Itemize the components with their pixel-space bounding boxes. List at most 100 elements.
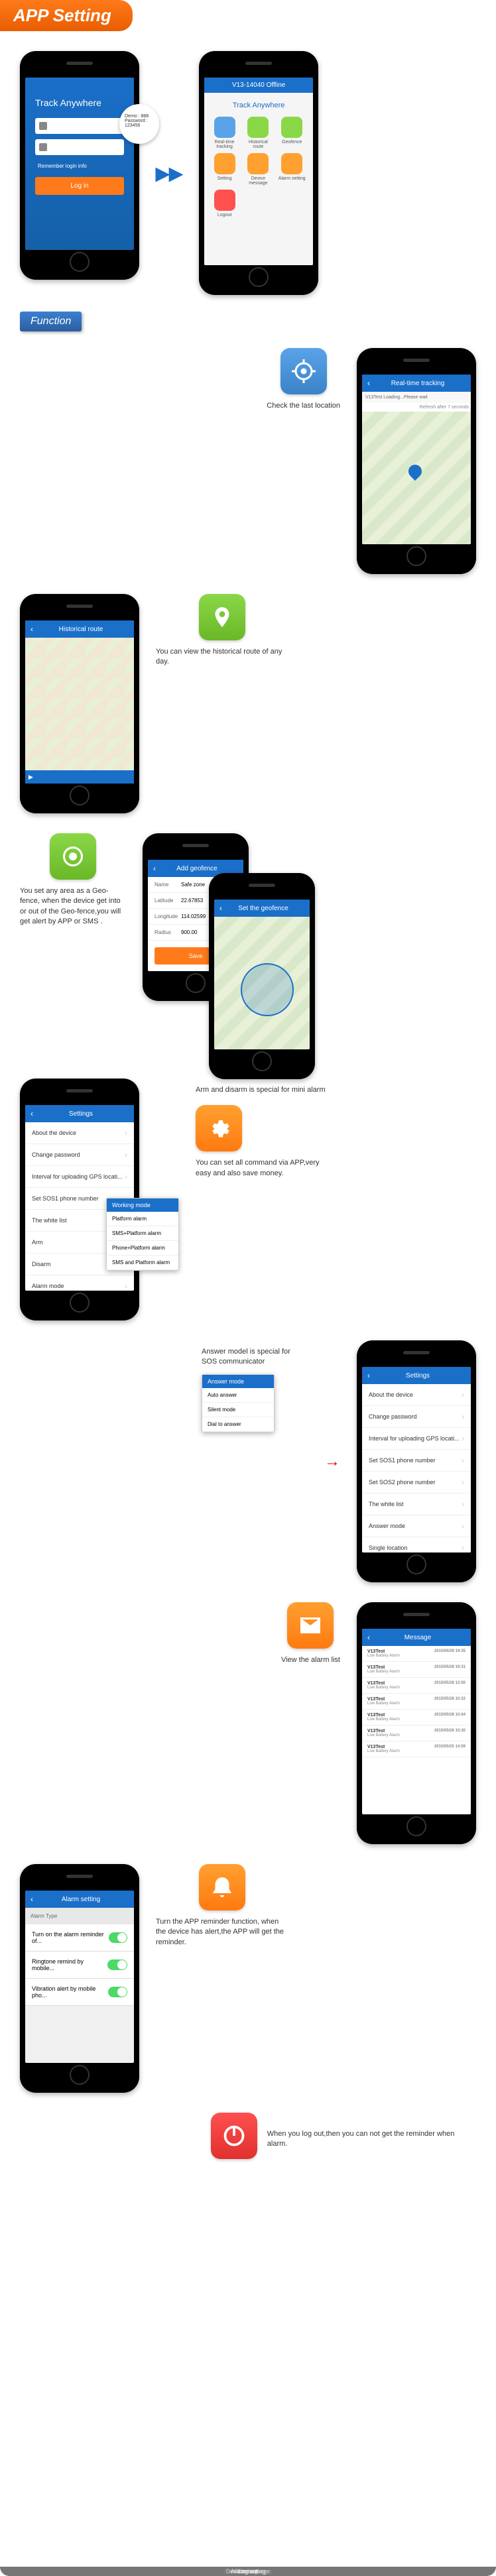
back-icon[interactable]: ‹ — [31, 1895, 33, 1904]
alarm-phone: ‹Alarm setting Alarm Type Turn on the al… — [20, 1864, 139, 2093]
back-icon[interactable]: ‹ — [367, 379, 370, 388]
realtime-row: Real-time tracking Check the last locati… — [0, 338, 496, 584]
login-title: Track Anywhere — [35, 97, 124, 108]
answer-row: Answer model is special for SOS communic… — [0, 1330, 496, 1592]
popup-option[interactable]: Auto answer — [202, 1388, 274, 1403]
message-phone: ‹Message V13Test2015/05/29 19:35Low Batt… — [357, 1602, 476, 1844]
message-icon: Device message — [287, 1602, 334, 1649]
realtime-icon: Real-time tracking — [280, 348, 327, 394]
dashboard-phone: V13-14040 Offline Track Anywhere Real-ti… — [199, 51, 318, 295]
red-arrow-icon: → — [324, 1452, 340, 1471]
message-item[interactable]: V13Test2015/05/28 10:22Low Battery Alarm — [362, 1694, 471, 1710]
settings-item[interactable]: Alarm mode — [25, 1275, 134, 1291]
login-button[interactable]: Log in — [35, 177, 124, 195]
settings-item[interactable]: About the device — [362, 1384, 471, 1406]
settings2-phone: ‹Settings About the deviceChange passwor… — [357, 1340, 476, 1582]
popup-option[interactable]: SMS+Platform alarm — [107, 1226, 178, 1241]
geofence-circle[interactable] — [241, 963, 294, 1016]
historical-phone: ‹ Historical route ▶ — [20, 594, 139, 813]
alarm-toggle-row: Turn on the alarm reminder of... — [25, 1924, 134, 1952]
settings-item[interactable]: Set SOS2 phone number — [362, 1472, 471, 1493]
dashboard-tile[interactable]: Logout — [210, 190, 239, 217]
back-icon[interactable]: ‹ — [153, 864, 156, 873]
username-field[interactable] — [35, 118, 124, 134]
back-icon[interactable]: ‹ — [367, 1633, 370, 1642]
function-badge: Function — [20, 312, 82, 331]
message-item[interactable]: V13Test2015/05/28 19:31Low Battery Alarm — [362, 1662, 471, 1678]
setting-icon: Setting — [196, 1105, 242, 1151]
screen-title: Historical route — [59, 626, 103, 633]
settings-item[interactable]: The white list — [362, 1493, 471, 1515]
alarm-mode-popup: Working mode Platform alarmSMS+Platform … — [106, 1198, 179, 1271]
message-item[interactable]: V13Test2015/05/25 14:59Low Battery Alarm — [362, 1741, 471, 1757]
popup-option[interactable]: Platform alarm — [107, 1212, 178, 1226]
play-icon[interactable]: ▶ — [29, 774, 33, 781]
settings-row: ‹Settings About the deviceChange passwor… — [0, 1069, 496, 1330]
back-icon[interactable]: ‹ — [367, 1371, 370, 1380]
message-desc: View the alarm list — [281, 1655, 340, 1665]
realtime-phone: ‹Real-time tracking V13Test Loading...Pl… — [357, 348, 476, 574]
settings-item[interactable]: Interval for uploading GPS locati... — [25, 1166, 134, 1188]
dashboard-header: V13-14040 Offline — [204, 78, 313, 93]
realtime-desc: Check the last location — [267, 401, 340, 411]
remember-check[interactable]: Remember login info — [35, 160, 124, 172]
back-icon[interactable]: ‹ — [219, 904, 222, 913]
geofence-icon: Geo-fence — [50, 833, 96, 880]
toggle-switch[interactable] — [108, 1987, 127, 1997]
settings-item[interactable]: Set SOS1 phone number — [362, 1450, 471, 1472]
geofence-desc: You set any area as a Geo-fence, when th… — [20, 886, 126, 927]
toggle-switch[interactable] — [107, 1960, 127, 1970]
map-pin-icon — [406, 462, 424, 481]
intro-row: Track Anywhere Remember login info Log i… — [0, 41, 496, 305]
historical-desc: You can view the historical route of any… — [156, 647, 288, 668]
historical-row: ‹ Historical route ▶ Historical route You… — [0, 584, 496, 823]
settings-item[interactable]: Change password — [362, 1406, 471, 1428]
popup-option[interactable]: SMS and Platform alarm — [107, 1256, 178, 1270]
logout-desc: When you log out,then you can not get th… — [267, 2129, 476, 2150]
message-item[interactable]: V13Test2015/05/28 10:04Low Battery Alarm — [362, 1710, 471, 1726]
dashboard-tile[interactable]: Setting — [210, 153, 239, 186]
popup-option[interactable]: Silent mode — [202, 1403, 274, 1417]
popup-option[interactable]: Phone+Platform alarm — [107, 1241, 178, 1256]
alarm-toggle-row: Vibration alert by mobile pho... — [25, 1979, 134, 2006]
message-row: Device message View the alarm list ‹Mess… — [0, 1592, 496, 1854]
alarm-desc: Turn the APP reminder function, when the… — [156, 1917, 288, 1948]
popup-option[interactable]: Dial to answer — [202, 1417, 274, 1432]
alarm-row: ‹Alarm setting Alarm Type Turn on the al… — [0, 1854, 496, 2103]
message-item[interactable]: V13Test2015/05/29 19:35Low Battery Alarm — [362, 1646, 471, 1662]
logout-row: Log out When you log out,then you can no… — [0, 2103, 496, 2169]
setting-note: Arm and disarm is special for mini alarm — [196, 1085, 476, 1095]
answer-note: Answer model is special for SOS communic… — [202, 1347, 308, 1368]
dashboard-title: Track Anywhere — [210, 98, 308, 113]
dashboard-tile[interactable]: Real-time tracking — [210, 117, 239, 149]
settings-item[interactable]: About the device — [25, 1122, 134, 1144]
geofence-map-phone: ‹Set the geofence — [209, 873, 315, 1079]
settings-phone: ‹Settings About the deviceChange passwor… — [20, 1079, 139, 1320]
back-icon[interactable]: ‹ — [31, 1109, 33, 1118]
alarm-toggle-row: Ringtone remind by mobile... — [25, 1952, 134, 1979]
dashboard-tile[interactable]: Historical route — [243, 117, 273, 149]
password-field[interactable] — [35, 139, 124, 155]
logout-icon: Log out — [211, 2113, 257, 2159]
dashboard-tile[interactable]: Geofence — [277, 117, 307, 149]
settings-item[interactable]: Answer mode — [362, 1515, 471, 1537]
message-item[interactable]: V13Test2015/05/26 15:30Low Battery Alarm — [362, 1726, 471, 1741]
back-icon[interactable]: ‹ — [31, 624, 33, 634]
screen-title: Real-time tracking — [391, 380, 445, 387]
arrow-icon: ▸▸ — [156, 158, 182, 188]
historical-icon: Historical route — [199, 594, 245, 640]
setting-desc: You can set all command via APP,very eas… — [196, 1158, 328, 1179]
message-item[interactable]: V13Test2015/05/28 12:50Low Battery Alarm — [362, 1678, 471, 1694]
dashboard-tile[interactable]: Device message — [243, 153, 273, 186]
app-setting-header: APP Setting — [0, 0, 133, 31]
alarm-icon: Alarm setting — [199, 1864, 245, 1910]
settings-item[interactable]: Single location — [362, 1537, 471, 1552]
settings-item[interactable]: Interval for uploading GPS locati... — [362, 1428, 471, 1450]
dashboard-tile[interactable]: Alarm setting — [277, 153, 307, 186]
toggle-switch[interactable] — [109, 1932, 127, 1943]
answer-popup: Answer mode Auto answerSilent modeDial t… — [202, 1374, 275, 1433]
demo-hint: Demo : 888 Password : 123456 — [119, 104, 159, 144]
geofence-row: Geo-fence You set any area as a Geo-fenc… — [0, 823, 496, 1069]
settings-item[interactable]: Change password — [25, 1144, 134, 1166]
login-phone: Track Anywhere Remember login info Log i… — [20, 51, 139, 280]
